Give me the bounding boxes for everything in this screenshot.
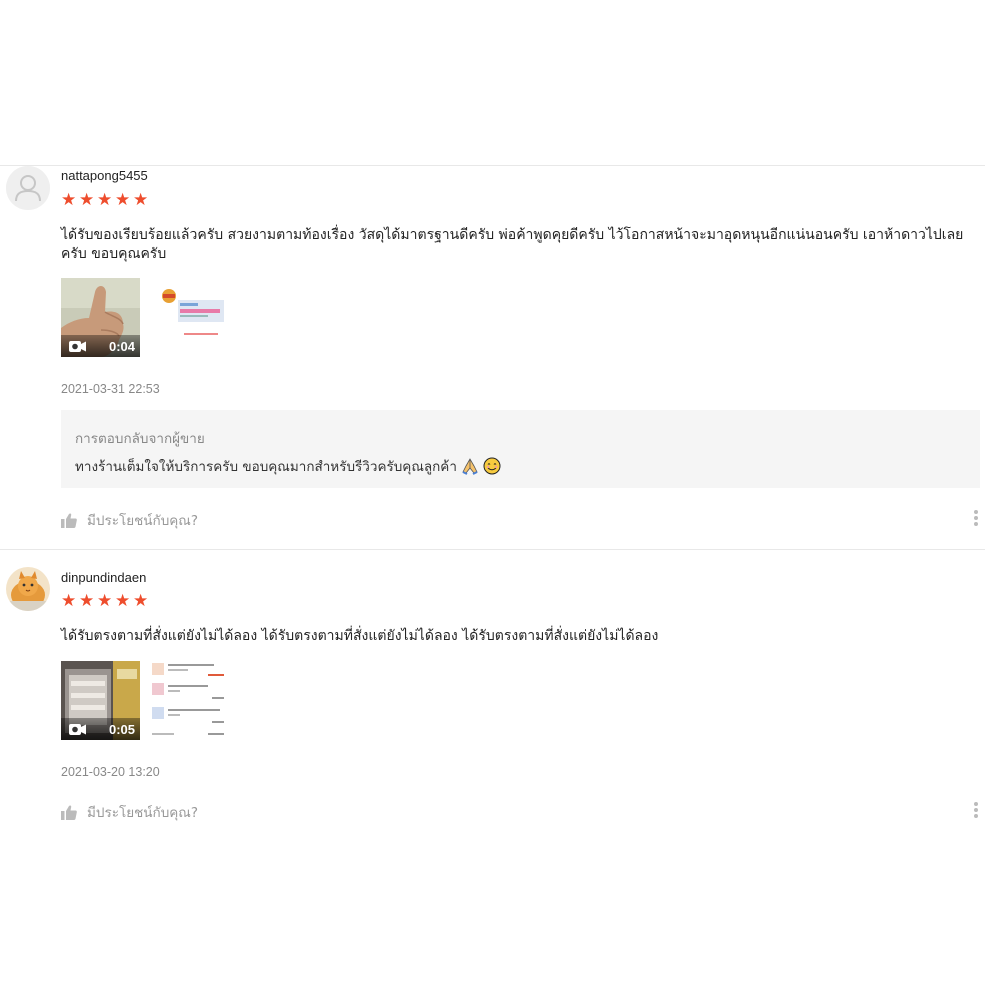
helpful-button[interactable]: มีประโยชน์กับคุณ? <box>61 801 198 823</box>
star-icon: ★ <box>133 591 149 610</box>
review-date: 2021-03-31 22:53 <box>61 382 160 396</box>
order-screenshot-photo[interactable] <box>150 661 229 740</box>
review-media: 0:04 <box>61 278 229 357</box>
star-icon: ★ <box>79 190 95 209</box>
smiling-face-emoji <box>483 457 501 475</box>
reviewer-username[interactable]: nattapong5455 <box>61 168 148 183</box>
more-options-icon[interactable] <box>973 510 979 528</box>
video-duration: 0:05 <box>108 722 135 737</box>
seller-reply-title: การตอบกลับจากผู้ขาย <box>75 431 205 447</box>
user-avatar-icon[interactable] <box>6 567 50 611</box>
user-avatar-icon[interactable] <box>6 166 50 210</box>
seller-reply-text: ทางร้านเต็มใจให้บริการครับ ขอบคุณมากสำหร… <box>75 459 457 475</box>
star-icon: ★ <box>79 591 95 610</box>
star-icon: ★ <box>61 591 77 610</box>
rating-stars: ★ ★ ★ ★ ★ <box>61 592 149 609</box>
star-icon: ★ <box>97 190 113 209</box>
star-icon: ★ <box>97 591 113 610</box>
review-comment: ได้รับของเรียบร้อยแล้วครับ สวยงามตามท้อง… <box>61 227 964 262</box>
star-icon: ★ <box>133 190 149 209</box>
video-duration: 0:04 <box>108 339 135 354</box>
more-options-icon[interactable] <box>973 802 979 820</box>
seller-reply: การตอบกลับจากผู้ขาย ทางร้านเต็มใจให้บริก… <box>61 410 980 488</box>
review-divider <box>0 549 985 550</box>
video-camera-icon <box>69 724 86 735</box>
review-media: 0:05 <box>61 661 229 740</box>
thumbs-up-icon <box>61 804 77 820</box>
video-camera-icon <box>69 341 86 352</box>
helpful-button[interactable]: มีประโยชน์กับคุณ? <box>61 509 198 531</box>
star-icon: ★ <box>115 190 131 209</box>
reviewer-username[interactable]: dinpundindaen <box>61 570 146 585</box>
helpful-label: มีประโยชน์กับคุณ? <box>87 805 198 821</box>
review-comment: ได้รับตรงตามที่สั่งแต่ยังไม่ได้ลอง ได้รั… <box>61 628 659 644</box>
thumbs-up-icon <box>61 512 77 528</box>
video-thumbnail[interactable]: 0:04 <box>61 278 140 357</box>
review-date: 2021-03-20 13:20 <box>61 765 160 779</box>
top-divider <box>0 165 985 166</box>
video-thumbnail[interactable]: 0:05 <box>61 661 140 740</box>
rating-stars: ★ ★ ★ ★ ★ <box>61 191 149 208</box>
folded-hands-emoji <box>462 458 478 475</box>
star-icon: ★ <box>115 591 131 610</box>
star-icon: ★ <box>61 190 77 209</box>
helpful-label: มีประโยชน์กับคุณ? <box>87 513 198 529</box>
product-photo[interactable] <box>150 278 229 357</box>
